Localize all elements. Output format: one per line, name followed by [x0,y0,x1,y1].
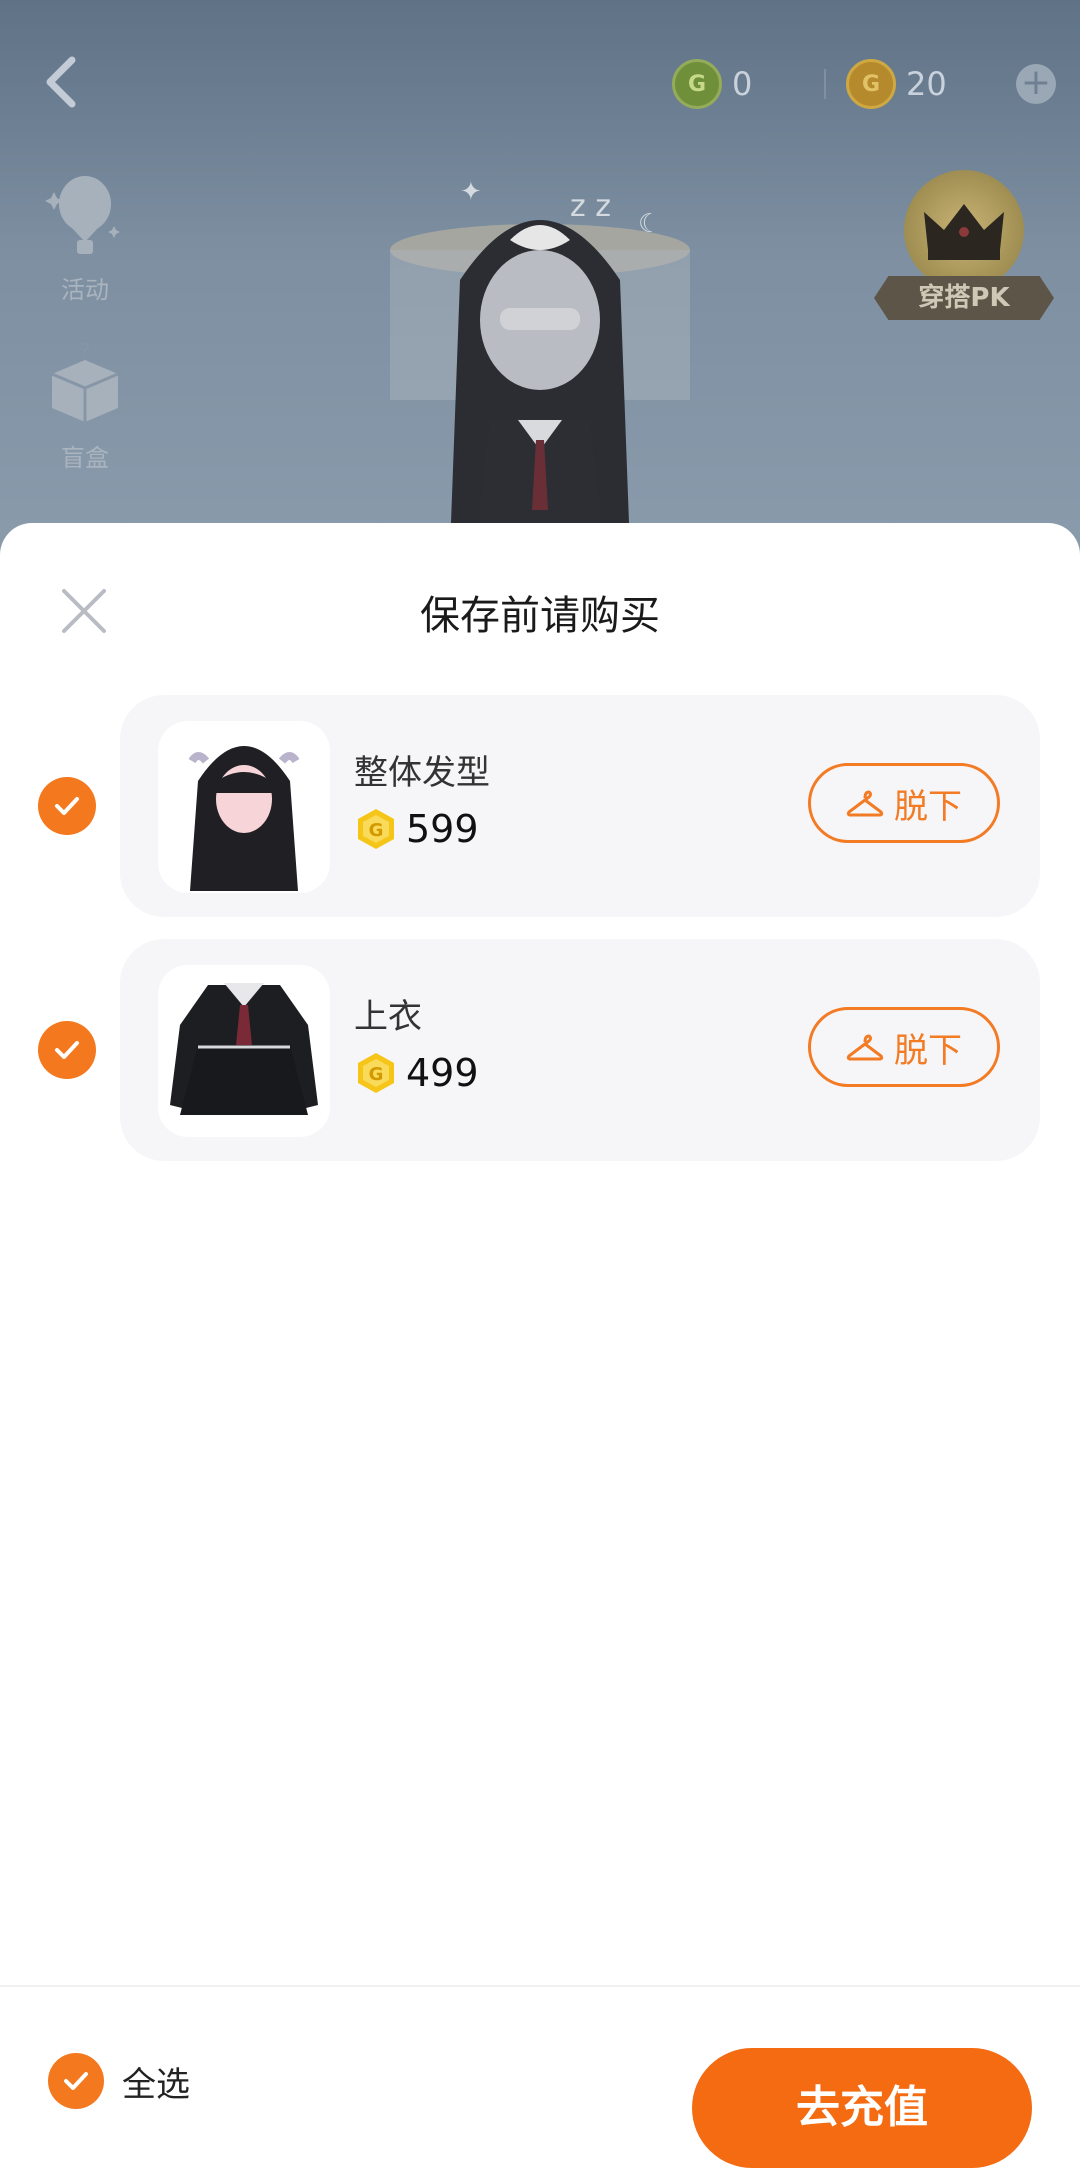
hanger-icon [846,790,884,817]
svg-text:G: G [369,1064,384,1085]
gold-currency: G 20 [846,58,986,110]
item-card[interactable]: 上衣 G 499 脱下 [120,939,1040,1161]
take-off-button[interactable]: 脱下 [808,1007,1000,1087]
sidebar-item-activity-label: 活动 [61,276,109,304]
green-coin-icon: G [672,59,722,109]
gold-coin-icon: G [358,1053,394,1093]
outfit-pk-button[interactable]: 穿搭PK [874,170,1054,320]
footer-divider [0,1985,1080,1987]
svg-text:✦: ✦ [460,177,482,207]
hanger-icon [846,1034,884,1061]
item-price-value: 599 [406,807,479,851]
svg-text:?: ? [80,339,91,363]
outfit-pk-label: 穿搭PK [874,276,1054,320]
hot-air-balloon-icon [45,176,120,254]
item-price-value: 499 [406,1051,479,1095]
check-icon [55,797,79,815]
check-icon [64,2072,88,2090]
take-off-label: 脱下 [894,786,962,827]
sidebar-item-blind-box-label: 盲盒 [61,444,109,472]
back-button[interactable] [34,52,94,112]
recharge-button[interactable]: 去充值 [692,2048,1032,2168]
school-uniform-image [170,983,318,1115]
background-scene: G 0 G 20 + 活动 ? 盲盒 穿搭PK ✦ z z ☾ [0,0,1080,560]
purchase-sheet: 保存前请购买 整体发型 G 599 脱下 上衣 G 499 脱下 全选 去充值 [0,523,1080,2168]
sidebar-item-blind-box[interactable]: ? 盲盒 [30,338,140,473]
sidebar-item-activity[interactable]: 活动 [30,170,140,305]
green-currency: G 0 [672,58,812,110]
take-off-button[interactable]: 脱下 [808,763,1000,843]
avatar-character: ✦ z z ☾ [390,177,690,560]
green-currency-value: 0 [732,65,753,103]
add-currency-button[interactable]: + [1016,64,1056,104]
select-all-toggle[interactable]: 全选 [48,2053,190,2109]
item-name: 上衣 [354,997,422,1037]
select-all-label: 全选 [122,2064,190,2105]
item-checkbox[interactable] [38,777,96,835]
sheet-title: 保存前请购买 [420,593,660,639]
gold-currency-value: 20 [906,65,947,103]
crown-icon [904,170,1024,290]
item-price: G 499 [354,1051,479,1095]
item-name: 整体发型 [354,753,490,793]
list-item: 整体发型 G 599 脱下 [0,695,1080,917]
mystery-box-icon: ? [51,339,119,422]
take-off-label: 脱下 [894,1030,962,1071]
currency-divider [824,69,826,99]
item-checkbox[interactable] [38,1021,96,1079]
svg-text:z z: z z [570,189,611,224]
list-item: 上衣 G 499 脱下 [0,939,1080,1161]
check-icon [55,1041,79,1059]
item-card[interactable]: 整体发型 G 599 脱下 [120,695,1040,917]
item-price: G 599 [354,807,479,851]
gold-coin-icon: G [846,59,896,109]
select-all-checkbox[interactable] [48,2053,104,2109]
svg-text:☾: ☾ [638,209,661,239]
chevron-left-icon [46,56,76,108]
currency-bar: G 0 G 20 + [672,58,1056,110]
hairstyle-image [188,746,300,891]
gold-coin-icon: G [358,809,394,849]
item-thumbnail [158,721,330,893]
svg-text:G: G [369,820,384,841]
item-thumbnail [158,965,330,1137]
